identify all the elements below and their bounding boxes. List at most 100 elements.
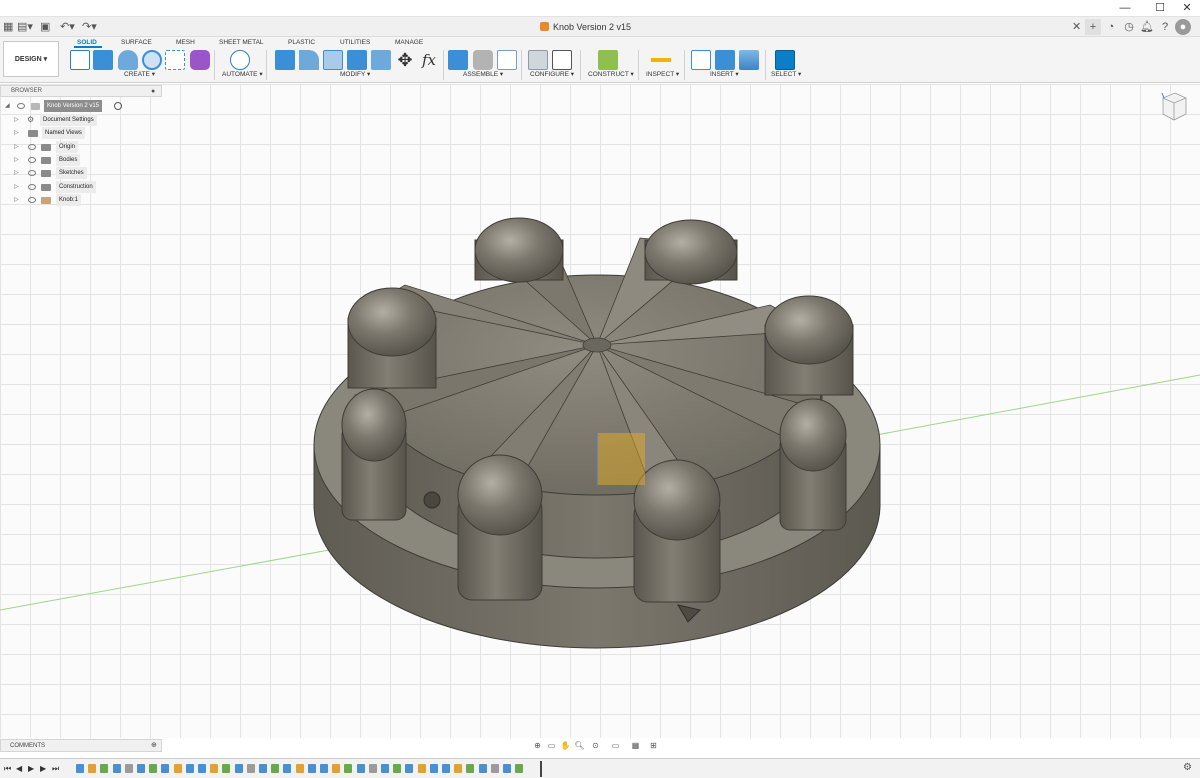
timeline-feature-icon[interactable] — [185, 764, 194, 773]
timeline-feature-icon[interactable] — [100, 764, 109, 773]
timeline-next-icon[interactable]: ▶ — [40, 763, 46, 774]
extrude-tool[interactable] — [93, 50, 113, 70]
timeline-feature-icon[interactable] — [381, 764, 389, 773]
timeline-previous-icon[interactable]: ◀ — [16, 763, 22, 774]
timeline-feature-icon[interactable] — [442, 764, 450, 773]
pan-icon[interactable]: ✋ — [560, 740, 571, 751]
user-avatar[interactable]: ● — [1175, 19, 1191, 35]
viewports-icon[interactable]: ⊞ — [648, 740, 659, 751]
save-icon[interactable]: ▣ — [40, 20, 50, 34]
automate-tool[interactable] — [230, 50, 250, 70]
undo-icon[interactable]: ↶▾ — [60, 20, 75, 34]
document-tab[interactable]: Knob Version 2 v15 — [540, 20, 660, 34]
timeline-feature-icon[interactable] — [320, 764, 328, 773]
timeline-feature-icon[interactable] — [149, 764, 158, 773]
timeline-feature-icon[interactable] — [417, 764, 426, 773]
inspect-menu[interactable]: INSPECT ▾ — [646, 71, 679, 79]
insert-derive-tool[interactable] — [691, 50, 711, 70]
timeline-feature-icon[interactable] — [515, 764, 524, 773]
expand-arrow-icon[interactable]: ◢ — [5, 100, 10, 112]
timeline-feature-icon[interactable] — [466, 764, 475, 773]
timeline-feature-icon[interactable] — [234, 764, 243, 773]
bill-of-materials-tool[interactable] — [497, 50, 517, 70]
browser-item-origin[interactable]: ▷ Origin — [0, 141, 160, 153]
timeline-feature-icon[interactable] — [344, 764, 353, 773]
timeline-feature-icon[interactable] — [161, 764, 170, 773]
timeline-feature-icon[interactable] — [88, 764, 97, 773]
orbit-icon[interactable]: ⊕ — [532, 740, 543, 751]
offset-face-tool[interactable] — [371, 50, 391, 70]
timeline-feature-icon[interactable] — [259, 764, 267, 773]
maximize-button[interactable]: ☐ — [1145, 0, 1175, 16]
timeline-feature-icon[interactable] — [137, 764, 145, 773]
timeline-feature-icon[interactable] — [124, 764, 133, 773]
construct-menu[interactable]: CONSTRUCT ▾ — [588, 71, 634, 79]
timeline-feature-icon[interactable] — [368, 764, 377, 773]
construct-plane-tool[interactable] — [598, 50, 618, 70]
combine-tool[interactable] — [347, 50, 367, 70]
expand-arrow-icon[interactable]: ▷ — [14, 127, 19, 139]
configure-menu[interactable]: CONFIGURE ▾ — [530, 71, 574, 79]
parameters-icon[interactable]: fx — [419, 50, 439, 70]
viewcube-widget[interactable] — [1160, 88, 1188, 126]
knob-model[interactable] — [0, 84, 1200, 738]
timeline-feature-icon[interactable] — [307, 764, 316, 773]
timeline-feature-icon[interactable] — [76, 764, 84, 773]
timeline-feature-icon[interactable] — [271, 764, 280, 773]
timeline-feature-icon[interactable] — [478, 764, 487, 773]
expand-arrow-icon[interactable]: ▷ — [14, 167, 19, 179]
browser-panel-header[interactable]: BROWSER ● — [0, 85, 162, 97]
notifications-icon[interactable]: 🔔︎ — [1139, 19, 1155, 35]
job-status-icon[interactable]: ◷ — [1121, 19, 1137, 35]
browser-item-document-settings[interactable]: ▷ ⚙ Document Settings — [0, 114, 160, 126]
expand-arrow-icon[interactable]: ▷ — [14, 154, 19, 166]
visibility-eye-icon[interactable] — [28, 197, 36, 203]
tab-sheet-metal[interactable]: SHEET METAL — [219, 38, 264, 48]
timeline-feature-icon[interactable] — [283, 764, 292, 773]
browser-item-bodies[interactable]: ▷ Bodies — [0, 154, 160, 166]
joint-tool[interactable] — [473, 50, 493, 70]
minimize-button[interactable]: — — [1110, 0, 1140, 16]
measure-tool[interactable] — [651, 50, 671, 70]
create-sketch-tool[interactable] — [70, 50, 90, 70]
browser-root-item[interactable]: ◢ Knob Version 2 v15 — [0, 100, 160, 112]
timeline-settings-icon[interactable]: ⚙ — [1183, 762, 1192, 774]
timeline-feature-icon[interactable] — [198, 764, 206, 773]
expand-arrow-icon[interactable]: ▷ — [14, 181, 19, 193]
timeline-feature-icon[interactable] — [356, 764, 365, 773]
file-menu-icon[interactable]: ▤▾ — [17, 20, 33, 34]
timeline-feature-icon[interactable] — [210, 764, 219, 773]
timeline-feature-icon[interactable] — [112, 764, 121, 773]
timeline-feature-icon[interactable] — [332, 764, 341, 773]
timeline-feature-icon[interactable] — [295, 764, 304, 773]
tab-mesh[interactable]: MESH — [176, 38, 195, 48]
press-pull-tool[interactable] — [275, 50, 295, 70]
configure-tool[interactable] — [528, 50, 548, 70]
create-menu[interactable]: CREATE ▾ — [124, 71, 155, 79]
expand-arrow-icon[interactable]: ▷ — [14, 194, 19, 206]
canvas-viewport[interactable] — [0, 84, 1200, 738]
browser-collapse-icon[interactable]: ● — [151, 86, 155, 97]
tab-surface[interactable]: SURFACE — [121, 38, 152, 48]
browser-item-construction[interactable]: ▷ Construction — [0, 181, 160, 193]
look-at-icon[interactable]: ▭ — [546, 740, 557, 751]
modify-menu[interactable]: MODIFY ▾ — [340, 71, 370, 79]
timeline-end-icon[interactable]: ⏭ — [52, 763, 59, 774]
move-copy-icon[interactable]: ✥ — [395, 50, 415, 70]
visibility-eye-icon[interactable] — [28, 144, 36, 150]
help-icon[interactable]: ? — [1157, 19, 1173, 35]
new-tab-icon[interactable]: + — [1085, 19, 1101, 35]
shell-tool[interactable] — [323, 50, 343, 70]
create-form-tool[interactable] — [190, 50, 210, 70]
zoom-icon[interactable]: 🔍︎ — [574, 740, 585, 751]
workspace-switcher[interactable]: DESIGN ▾ — [3, 41, 59, 77]
visibility-eye-icon[interactable] — [17, 103, 25, 109]
pattern-tool[interactable] — [165, 50, 185, 70]
comments-panel[interactable]: COMMENTS ⊕ — [0, 739, 162, 752]
timeline-feature-icon[interactable] — [246, 764, 255, 773]
timeline-feature-icon[interactable] — [429, 764, 438, 773]
timeline-play-icon[interactable]: ▶ — [28, 763, 34, 774]
insert-mesh-tool[interactable] — [715, 50, 735, 70]
close-tab-icon[interactable]: ✕ — [1072, 20, 1081, 34]
timeline-feature-icon[interactable] — [490, 764, 499, 773]
